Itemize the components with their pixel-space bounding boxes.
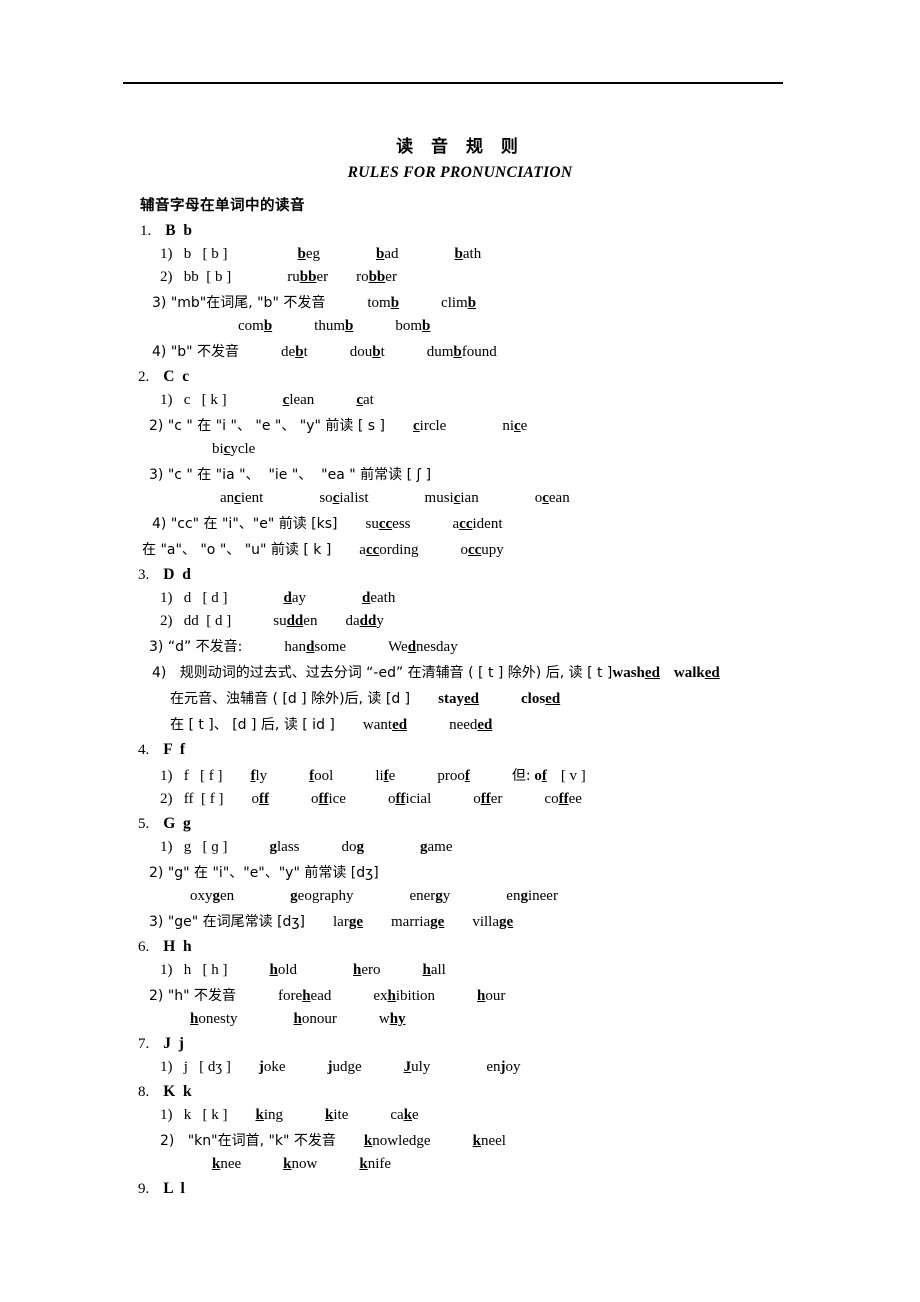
rule-line-d-2: 2) dd [ d ] sudden daddy <box>160 613 384 629</box>
letter-entry-f: 4. F f <box>0 734 920 759</box>
rule-text: 2) ff [ f ] <box>160 791 224 807</box>
rule-text: 4) "cc" 在 "i"、"e" 前读 [ks] <box>152 516 338 532</box>
rule-text: 1) h [ h ] <box>160 962 228 978</box>
page-title-english: RULES FOR PRONUNCIATION <box>347 164 573 181</box>
rule-line-k-2: 2) "kn"在词首, "k" 不发音 knowledge kneel <box>160 1133 506 1149</box>
rule-line-d-6: 在 [ t ]、 [d ] 后, 读 [ id ] wanted needed <box>170 717 493 733</box>
rule-text: 3) “d” 不发音: <box>149 639 243 655</box>
rule-line-d-1: 1) d [ d ] day death <box>160 590 396 606</box>
rule-line-d-3: 3) “d” 不发音: handsome Wednesday <box>149 639 458 655</box>
entry-index: 3. <box>138 567 150 583</box>
rule-line-k-1: 1) k [ k ] king kite cake <box>160 1107 419 1123</box>
rule-line-f-1: 1) f [ f ] fly fool life proof 但: of[ v ] <box>160 768 586 784</box>
rule-text: 1) g [ ɡ ] <box>160 839 228 855</box>
rule-text: 3) "mb"在词尾, "b" 不发音 <box>152 295 326 311</box>
entry-letter: J j <box>163 1035 184 1052</box>
rule-line-g-1: 1) g [ ɡ ] glass dog game <box>160 839 453 855</box>
entry-letter: G g <box>163 815 191 832</box>
page-title-chinese: 读 音 规 则 <box>396 137 524 157</box>
letter-entry-b: 1. B b <box>0 215 920 240</box>
rule-text: 4) "b" 不发音 <box>152 344 240 360</box>
entry-letter: F f <box>163 741 186 758</box>
rule-text: 4) 规则动词的过去式、过去分词 “-ed” 在清辅音 ( [ t ] 除外) … <box>152 665 613 681</box>
entry-letter: H h <box>163 938 192 955</box>
rule-line-c-2-cont: bicycle <box>212 441 256 457</box>
letter-entry-g: 5. G g <box>0 808 920 833</box>
section-heading: 辅音字母在单词中的读音 <box>140 198 305 214</box>
entry-index: 7. <box>138 1036 150 1052</box>
letter-entry-d: 3. D d <box>0 559 920 584</box>
rule-text: 2) "c " 在 "i "、 "e "、 "y" 前读 [ s ] <box>149 418 385 434</box>
entry-index: 5. <box>138 816 150 832</box>
entry-index: 4. <box>138 742 150 758</box>
rule-text: 3) "c " 在 "ia "、 "ie "、 "ea " 前常读 [ ʃ ] <box>149 467 432 483</box>
rule-text: 2) bb [ b ] <box>160 269 232 285</box>
entry-letter: C c <box>163 368 190 385</box>
rule-line-c-3: 3) "c " 在 "ia "、 "ie "、 "ea " 前常读 [ ʃ ] <box>0 458 920 484</box>
rule-line-f-2: 2) ff [ f ] off office official offer coffee <box>160 791 582 807</box>
entry-letter: L l <box>163 1180 185 1197</box>
rule-line-c-3-cont: ancient socialist musician ocean <box>220 490 570 506</box>
rule-line-b-3-cont: comb thumb bomb <box>238 318 431 334</box>
rule-line-g-3: 3) "ge" 在词尾常读 [dʒ] large marriage village <box>149 914 514 930</box>
rule-line-g-2-cont: oxygen geography energy engineer <box>190 888 558 904</box>
rule-line-d-4: 4) 规则动词的过去式、过去分词 “-ed” 在清辅音 ( [ t ] 除外) … <box>152 665 720 681</box>
rule-line-c-4: 4) "cc" 在 "i"、"e" 前读 [ks] success accident <box>152 516 503 532</box>
entry-index: 8. <box>138 1084 150 1100</box>
rule-line-h-1: 1) h [ h ] hold hero hall <box>160 962 446 978</box>
entry-index: 6. <box>138 939 150 955</box>
rule-line-b-1: 1) b [ b ] beg bad bath <box>160 246 482 262</box>
rule-line-g-2: 2) "g" 在 "i"、"e"、"y" 前常读 [dʒ] <box>0 856 920 882</box>
letter-entry-l: 9. L l <box>0 1173 920 1198</box>
entry-index: 1. <box>140 223 152 239</box>
letter-entry-c: 2. C c <box>0 361 920 386</box>
entry-letter: D d <box>163 566 191 583</box>
document-page: 读 音 规 则 RULES FOR PRONUNCIATION 辅音字母在单词中… <box>0 0 920 1302</box>
rule-text: 2) dd [ d ] <box>160 613 232 629</box>
rule-text: 3) "ge" 在词尾常读 [dʒ] <box>149 914 305 930</box>
entry-letter: K k <box>163 1083 192 1100</box>
rule-line-b-4: 4) "b" 不发音 debt doubt dumbfound <box>152 344 497 360</box>
rule-text: 在 [ t ]、 [d ] 后, 读 [ id ] <box>170 717 335 733</box>
rule-text: 1) k [ k ] <box>160 1107 228 1123</box>
rule-line-d-5: 在元音、浊辅音 ( [d ] 除外)后, 读 [d ] stayed closed <box>170 691 561 707</box>
rule-text: 1) b [ b ] <box>160 246 228 262</box>
rule-text: 1) c [ k ] <box>160 392 227 408</box>
entry-letter: B b <box>165 222 192 239</box>
document-content: 读 音 规 则 RULES FOR PRONUNCIATION 辅音字母在单词中… <box>0 0 920 1198</box>
rule-text: 2) "kn"在词首, "k" 不发音 <box>160 1133 336 1149</box>
rule-line-j-1: 1) j [ dʒ ] joke judge July enjoy <box>160 1059 521 1075</box>
rule-text: 2) "h" 不发音 <box>149 988 237 1004</box>
rule-line-c-5: 在 "a"、 "o "、 "u" 前读 [ k ] according occupy <box>142 542 504 558</box>
rule-line-h-2-cont: honesty honour why <box>190 1011 406 1027</box>
rule-line-b-2: 2) bb [ b ] rubber robber <box>160 269 397 285</box>
letter-entry-h: 6. H h <box>0 931 920 956</box>
letter-entry-j: 7. J j <box>0 1028 920 1053</box>
letter-entry-k: 8. K k <box>0 1076 920 1101</box>
rule-line-k-2-cont: knee know knife <box>212 1156 392 1172</box>
rule-line-c-2: 2) "c " 在 "i "、 "e "、 "y" 前读 [ s ] circle… <box>149 418 528 434</box>
rule-text: 1) d [ d ] <box>160 590 228 606</box>
rule-line-b-3: 3) "mb"在词尾, "b" 不发音 tomb climb <box>152 295 477 311</box>
rule-text: 1) j [ dʒ ] <box>160 1059 231 1075</box>
rule-text: 1) f [ f ] <box>160 768 223 784</box>
rule-text: 在元音、浊辅音 ( [d ] 除外)后, 读 [d ] <box>170 691 411 707</box>
rule-line-c-1: 1) c [ k ] clean cat <box>160 392 374 408</box>
entry-index: 9. <box>138 1181 150 1197</box>
entry-index: 2. <box>138 369 150 385</box>
rule-line-h-2: 2) "h" 不发音 forehead exhibition hour <box>149 988 506 1004</box>
rule-text: 2) "g" 在 "i"、"e"、"y" 前常读 [dʒ] <box>149 865 379 881</box>
rule-text: 在 "a"、 "o "、 "u" 前读 [ k ] <box>142 542 332 558</box>
